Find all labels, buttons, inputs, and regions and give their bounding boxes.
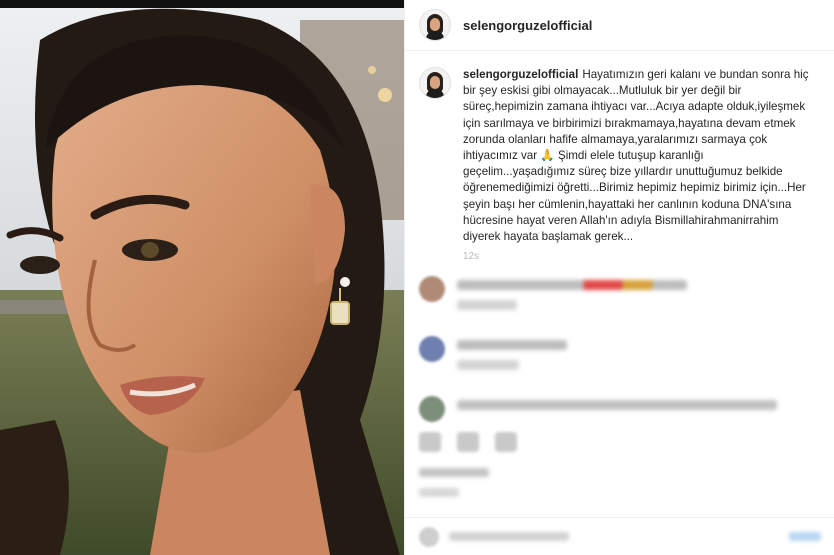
header-username[interactable]: selengorguzelofficial — [463, 18, 592, 33]
portrait-photo — [0, 0, 404, 555]
post-header: selengorguzelofficial — [405, 0, 834, 51]
instagram-post-screenshot: selengorguzelofficial selengorguzeloffic… — [0, 0, 834, 555]
comment-icon[interactable] — [457, 432, 479, 452]
caption-timestamp: 12s — [463, 251, 480, 263]
comment-avatar[interactable] — [419, 396, 445, 422]
post-photo — [0, 0, 404, 555]
profile-avatar-icon[interactable] — [419, 9, 451, 41]
like-icon[interactable] — [419, 432, 441, 452]
caption-text: Hayatımızın geri kalanı ve bundan sonra … — [463, 68, 809, 244]
caption-avatar-icon[interactable] — [419, 67, 451, 99]
likes-and-date — [419, 468, 489, 508]
comments-list — [405, 268, 834, 448]
comment-item — [405, 268, 834, 328]
add-comment-bar — [405, 517, 834, 555]
post-side-panel: selengorguzelofficial selengorguzeloffic… — [404, 0, 834, 555]
share-icon[interactable] — [495, 432, 517, 452]
emoji-icon[interactable] — [419, 526, 439, 547]
caption-username[interactable]: selengorguzelofficial — [463, 68, 578, 81]
caption-body: selengorguzelofficial Hayatımızın geri ka… — [463, 67, 813, 265]
post-comment-button[interactable] — [789, 532, 821, 541]
post-caption: selengorguzelofficial Hayatımızın geri ka… — [405, 51, 834, 265]
comment-avatar[interactable] — [419, 276, 445, 302]
comment-item — [405, 328, 834, 388]
comment-avatar[interactable] — [419, 336, 445, 362]
add-comment-input[interactable] — [449, 532, 569, 541]
action-icons-row — [405, 432, 531, 452]
